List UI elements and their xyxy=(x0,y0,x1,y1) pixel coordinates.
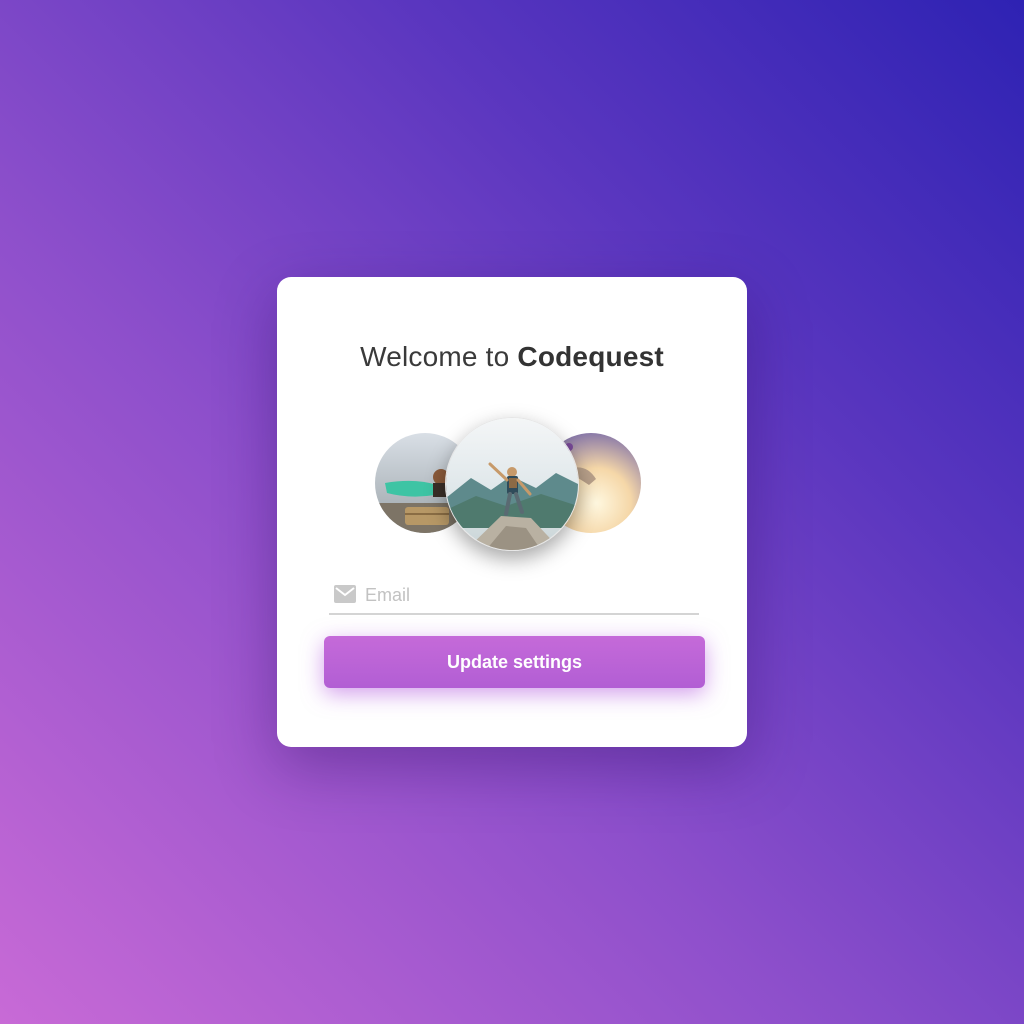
update-settings-button[interactable]: Update settings xyxy=(324,636,705,688)
avatar-center xyxy=(445,417,579,551)
brand-name: Codequest xyxy=(517,341,664,372)
email-input[interactable] xyxy=(365,581,695,609)
avatar-group xyxy=(375,417,645,552)
email-field xyxy=(329,579,699,615)
page-title: Welcome to Codequest xyxy=(277,341,747,373)
title-prefix: Welcome to xyxy=(360,341,510,372)
settings-card: Welcome to Codequest Email Update settin… xyxy=(277,277,747,747)
hiker-mountain-photo xyxy=(446,418,578,550)
mail-icon xyxy=(334,585,356,603)
